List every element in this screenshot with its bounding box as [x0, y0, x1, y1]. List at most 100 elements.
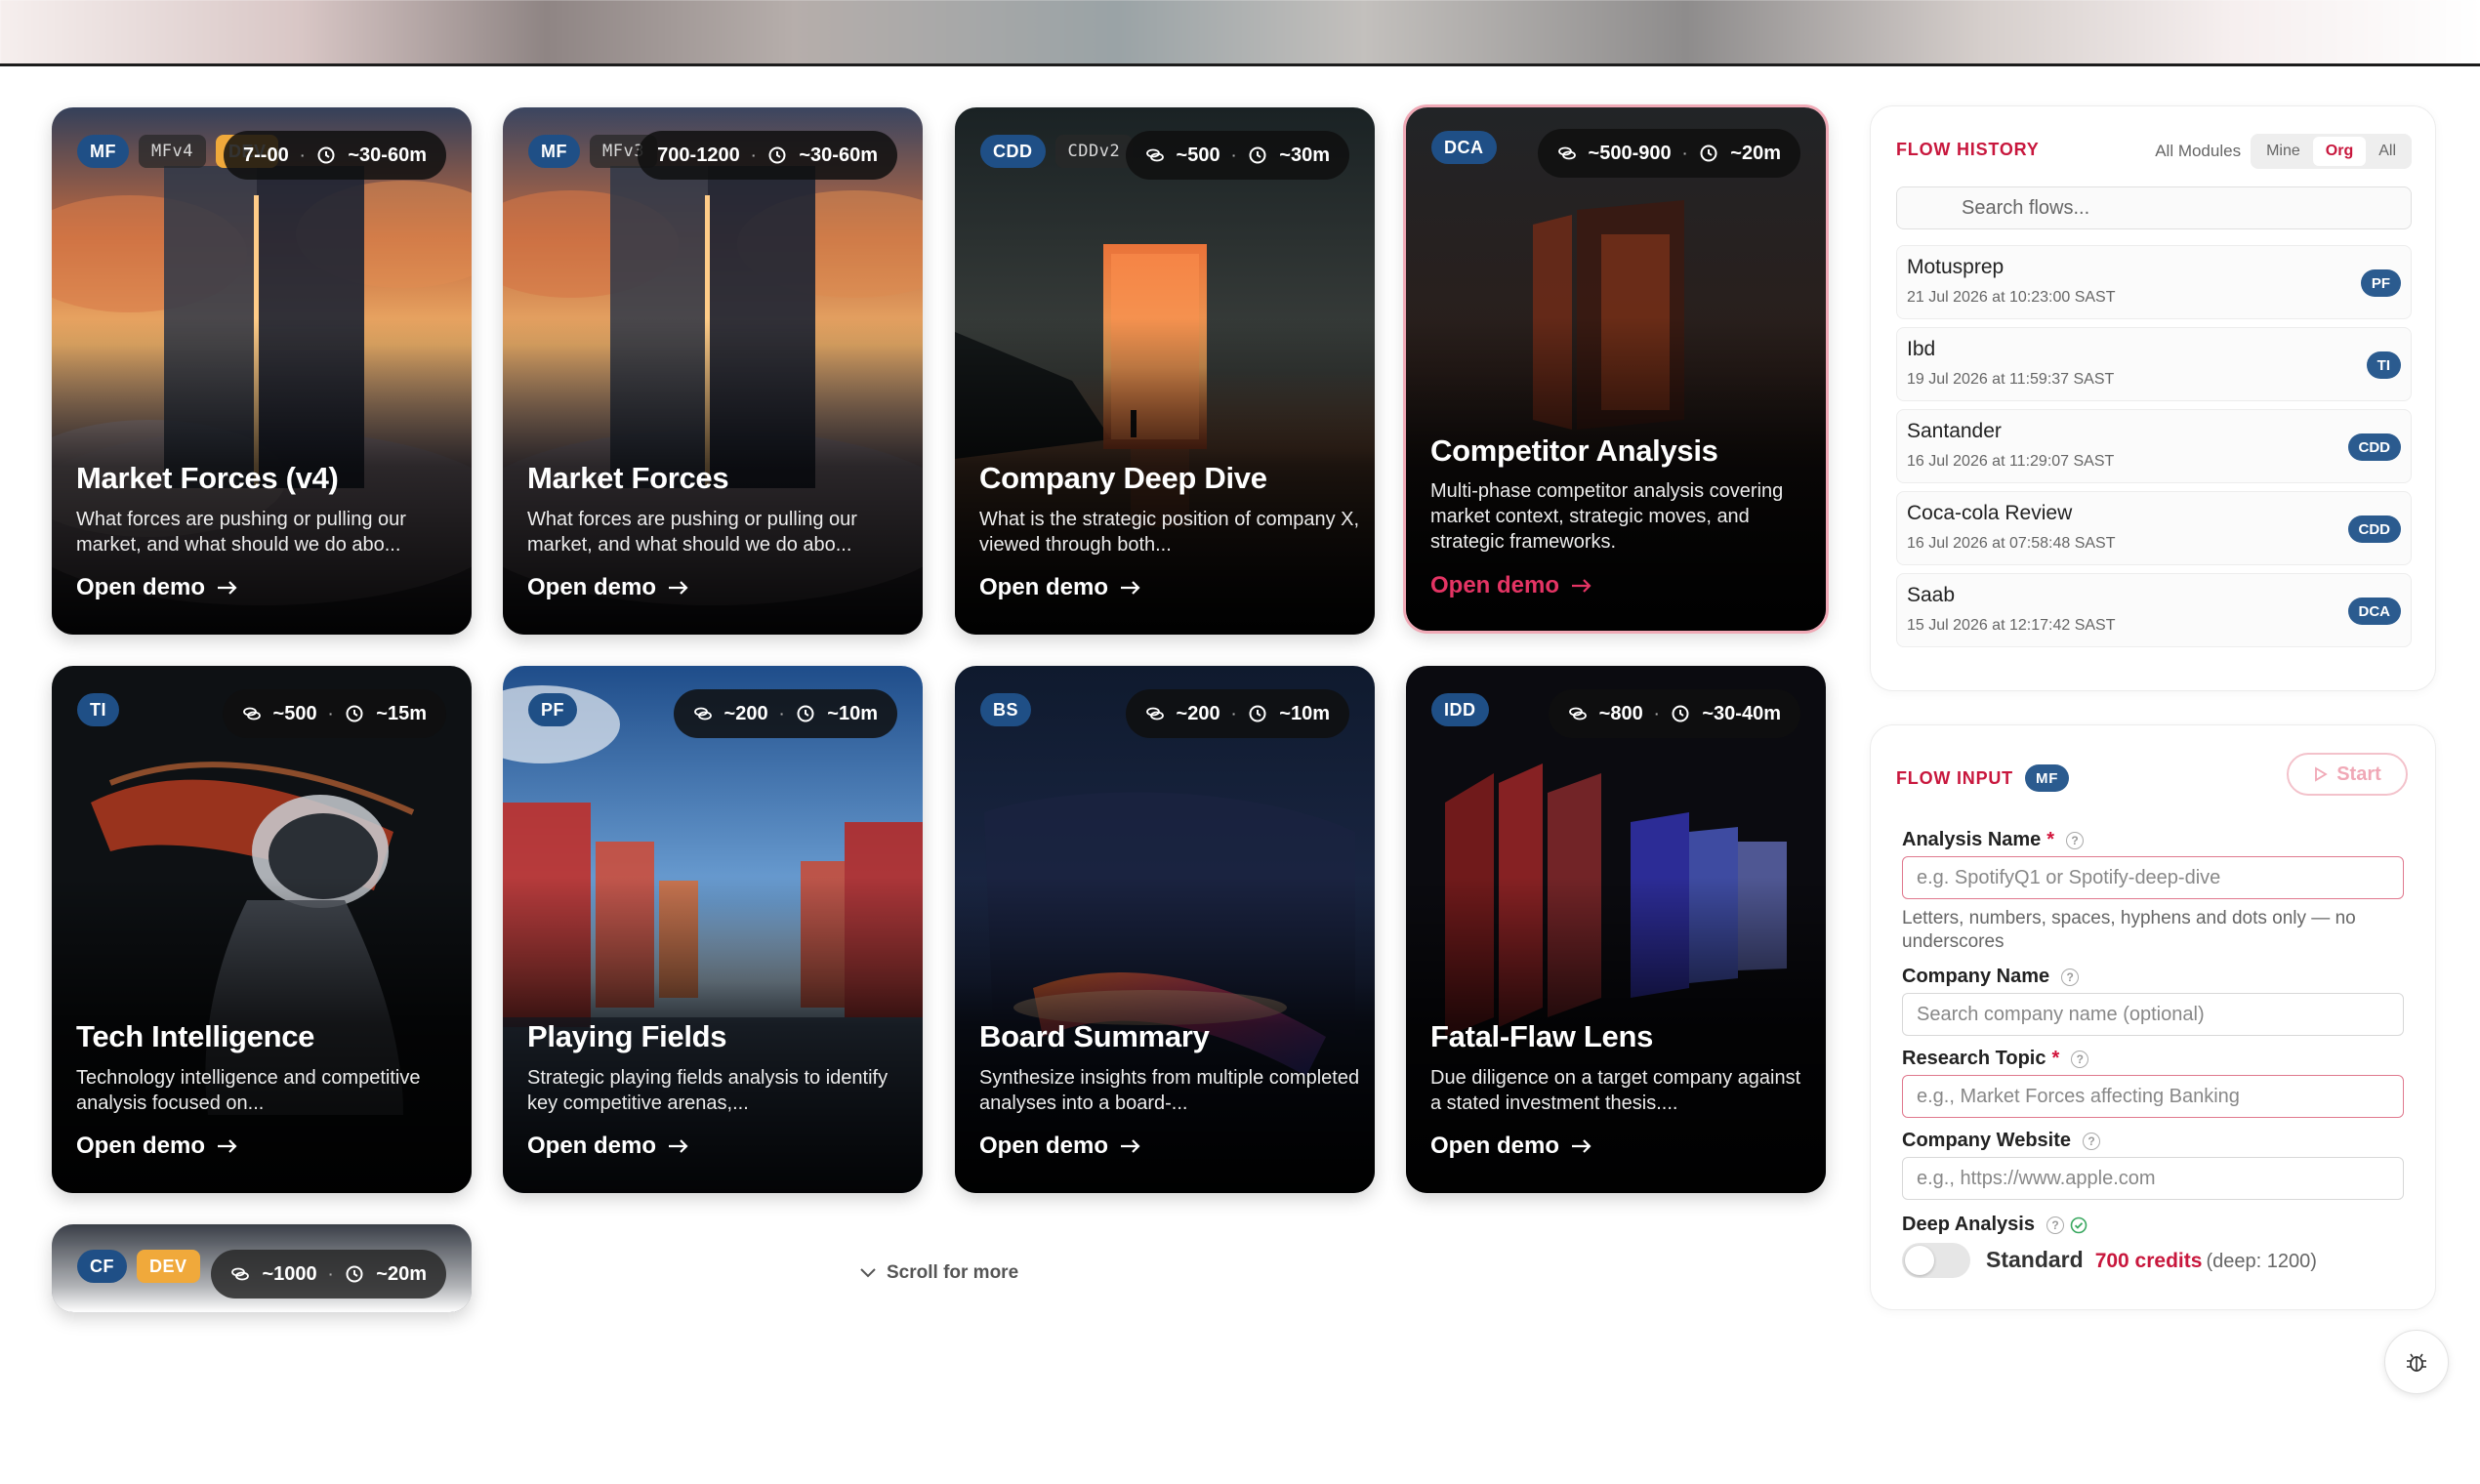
history-date: 16 Jul 2026 at 11:29:07 SAST [1907, 453, 2115, 470]
module-badge: IDD [1431, 693, 1489, 726]
credits-value: ~500 [1176, 144, 1220, 166]
card-description: What forces are pushing or pulling our m… [527, 509, 857, 556]
module-badge: CF [77, 1250, 127, 1283]
flow-history-panel: FLOW HISTORY All Modules Mine Org All Se… [1870, 105, 2436, 691]
clock-icon [797, 705, 814, 722]
clock-icon [1249, 705, 1266, 722]
open-demo-link[interactable]: Open demo [527, 574, 689, 601]
open-demo-label: Open demo [979, 1133, 1109, 1159]
time-value: ~30-60m [799, 144, 878, 166]
time-value: ~10m [1279, 702, 1330, 724]
card-cf-partial[interactable]: CF DEV ~1000 · ~20m [52, 1224, 472, 1312]
history-date: 19 Jul 2026 at 11:59:37 SAST [1907, 371, 2115, 388]
credits-value: 700-1200 [657, 144, 740, 166]
history-name: Motusprep [1907, 256, 2005, 278]
scroll-for-more[interactable]: Scroll for more [859, 1262, 1018, 1284]
history-filter: All Modules Mine Org All [2155, 134, 2412, 169]
help-icon[interactable]: ? [2061, 968, 2080, 986]
seg-org[interactable]: Org [2312, 137, 2367, 166]
time-value: ~10m [827, 702, 878, 724]
history-item[interactable]: Coca-cola Review 16 Jul 2026 at 07:58:48… [1896, 491, 2412, 565]
history-item[interactable]: Ibd 19 Jul 2026 at 11:59:37 SAST TI [1896, 327, 2412, 401]
card-description: Multi-phase competitor analysis covering… [1430, 480, 1784, 553]
history-item[interactable]: Saab 15 Jul 2026 at 12:17:42 SAST DCA [1896, 573, 2412, 647]
card-description: What is the strategic position of compan… [979, 509, 1360, 556]
help-icon[interactable]: ? [2071, 1050, 2089, 1068]
card-market-forces-v4[interactable]: MF MFv4 DEV 7--00 · ~30-60m Market Force… [52, 107, 472, 635]
card-board-summary[interactable]: BS ~200 · ~10m Board Summary Synthesize … [955, 666, 1375, 1193]
card-badges: TI [77, 693, 119, 726]
card-badges: DCA [1431, 131, 1497, 164]
history-list: Motusprep 21 Jul 2026 at 10:23:00 SAST P… [1896, 245, 2412, 655]
history-name: Coca-cola Review [1907, 502, 2073, 524]
analysis-name-input[interactable]: e.g. SpotifyQ1 or Spotify-deep-dive [1902, 856, 2404, 899]
arrow-right-icon [1572, 579, 1591, 593]
all-modules-filter[interactable]: All Modules [2155, 142, 2241, 161]
help-icon[interactable]: ? [2083, 1132, 2100, 1150]
company-website-text: Company Website [1902, 1130, 2071, 1151]
search-flows-input[interactable]: Search flows... [1896, 186, 2412, 229]
open-demo-label: Open demo [527, 574, 657, 600]
flow-input-header: FLOW INPUT MF [1896, 764, 2070, 792]
credits-value: ~200 [1176, 702, 1220, 724]
time-value: ~20m [376, 1262, 427, 1285]
history-name: Ibd [1907, 338, 1936, 360]
card-company-deep-dive[interactable]: CDD CDDv2 ~500 · ~30m Company Deep Dive … [955, 107, 1375, 635]
company-website-input[interactable]: e.g., https://www.apple.com [1902, 1157, 2404, 1200]
open-demo-link[interactable]: Open demo [527, 1133, 689, 1160]
open-demo-link[interactable]: Open demo [76, 574, 238, 601]
open-demo-link[interactable]: Open demo [1430, 572, 1592, 599]
card-description: Due diligence on a target company agains… [1430, 1067, 1801, 1114]
card-competitor-analysis[interactable]: DCA ~500-900 · ~20m Competitor Analysis … [1403, 104, 1829, 634]
history-item[interactable]: Santander 16 Jul 2026 at 11:29:07 SAST C… [1896, 409, 2412, 483]
open-demo-label: Open demo [76, 1133, 206, 1159]
clock-icon [1672, 705, 1689, 722]
arrow-right-icon [669, 1139, 688, 1153]
open-demo-link[interactable]: Open demo [1430, 1133, 1592, 1160]
card-title: Market Forces [527, 461, 729, 495]
card-metrics: 7--00 · ~30-60m [224, 131, 446, 180]
history-item[interactable]: Motusprep 21 Jul 2026 at 10:23:00 SAST P… [1896, 245, 2412, 319]
version-badge: CDDv2 [1054, 135, 1134, 168]
history-tag: DCA [2347, 598, 2401, 625]
deep-analysis-toggle[interactable] [1902, 1243, 1970, 1278]
coins-icon [242, 707, 261, 721]
card-description: Synthesize insights from multiple comple… [979, 1067, 1360, 1114]
card-tech-intelligence[interactable]: TI ~500 · ~15m Tech Intelligence Technol… [52, 666, 472, 1193]
seg-all[interactable]: All [2366, 137, 2409, 166]
card-fatal-flaw-lens[interactable]: IDD ~800 · ~30-40m Fatal-Flaw Lens Due d… [1406, 666, 1826, 1193]
arrow-right-icon [1572, 1139, 1591, 1153]
coins-icon [693, 707, 712, 721]
chevron-down-icon [860, 1268, 876, 1278]
credits-value: ~800 [1598, 702, 1643, 724]
open-demo-link[interactable]: Open demo [76, 1133, 238, 1160]
module-tag: MF [2024, 764, 2070, 792]
history-date: 16 Jul 2026 at 07:58:48 SAST [1907, 535, 2116, 552]
bug-report-button[interactable] [2384, 1330, 2449, 1394]
card-market-forces[interactable]: MF MFv3 700-1200 · ~30-60m Market Forces… [503, 107, 923, 635]
start-button[interactable]: Start [2287, 753, 2408, 796]
module-badge: MF [77, 135, 129, 168]
help-icon[interactable]: ? [2066, 831, 2085, 849]
help-icon[interactable]: ? [2046, 1216, 2064, 1234]
company-name-input[interactable]: Search company name (optional) [1902, 993, 2404, 1036]
card-metrics: ~200 · ~10m [1125, 689, 1349, 738]
module-badge: CDD [980, 135, 1046, 168]
card-metrics: ~800 · ~30-40m [1548, 689, 1800, 738]
credits-value: ~500 [272, 702, 317, 724]
play-icon [2315, 766, 2328, 782]
open-demo-link[interactable]: Open demo [979, 574, 1141, 601]
open-demo-link[interactable]: Open demo [979, 1133, 1141, 1160]
credits-value: ~200 [723, 702, 768, 724]
card-playing-fields[interactable]: PF ~200 · ~10m Playing Fields Strategic … [503, 666, 923, 1193]
credits-label: 700 credits [2094, 1250, 2203, 1272]
clock-icon [1249, 146, 1266, 164]
module-badge: TI [77, 693, 119, 726]
coins-icon [1145, 148, 1164, 162]
clock-icon [317, 146, 335, 164]
research-topic-input[interactable]: e.g., Market Forces affecting Banking [1902, 1075, 2404, 1118]
history-tag: TI [2366, 351, 2401, 379]
research-topic-text: Research Topic [1902, 1048, 2046, 1069]
seg-mine[interactable]: Mine [2253, 137, 2313, 166]
arrow-right-icon [1121, 581, 1140, 595]
